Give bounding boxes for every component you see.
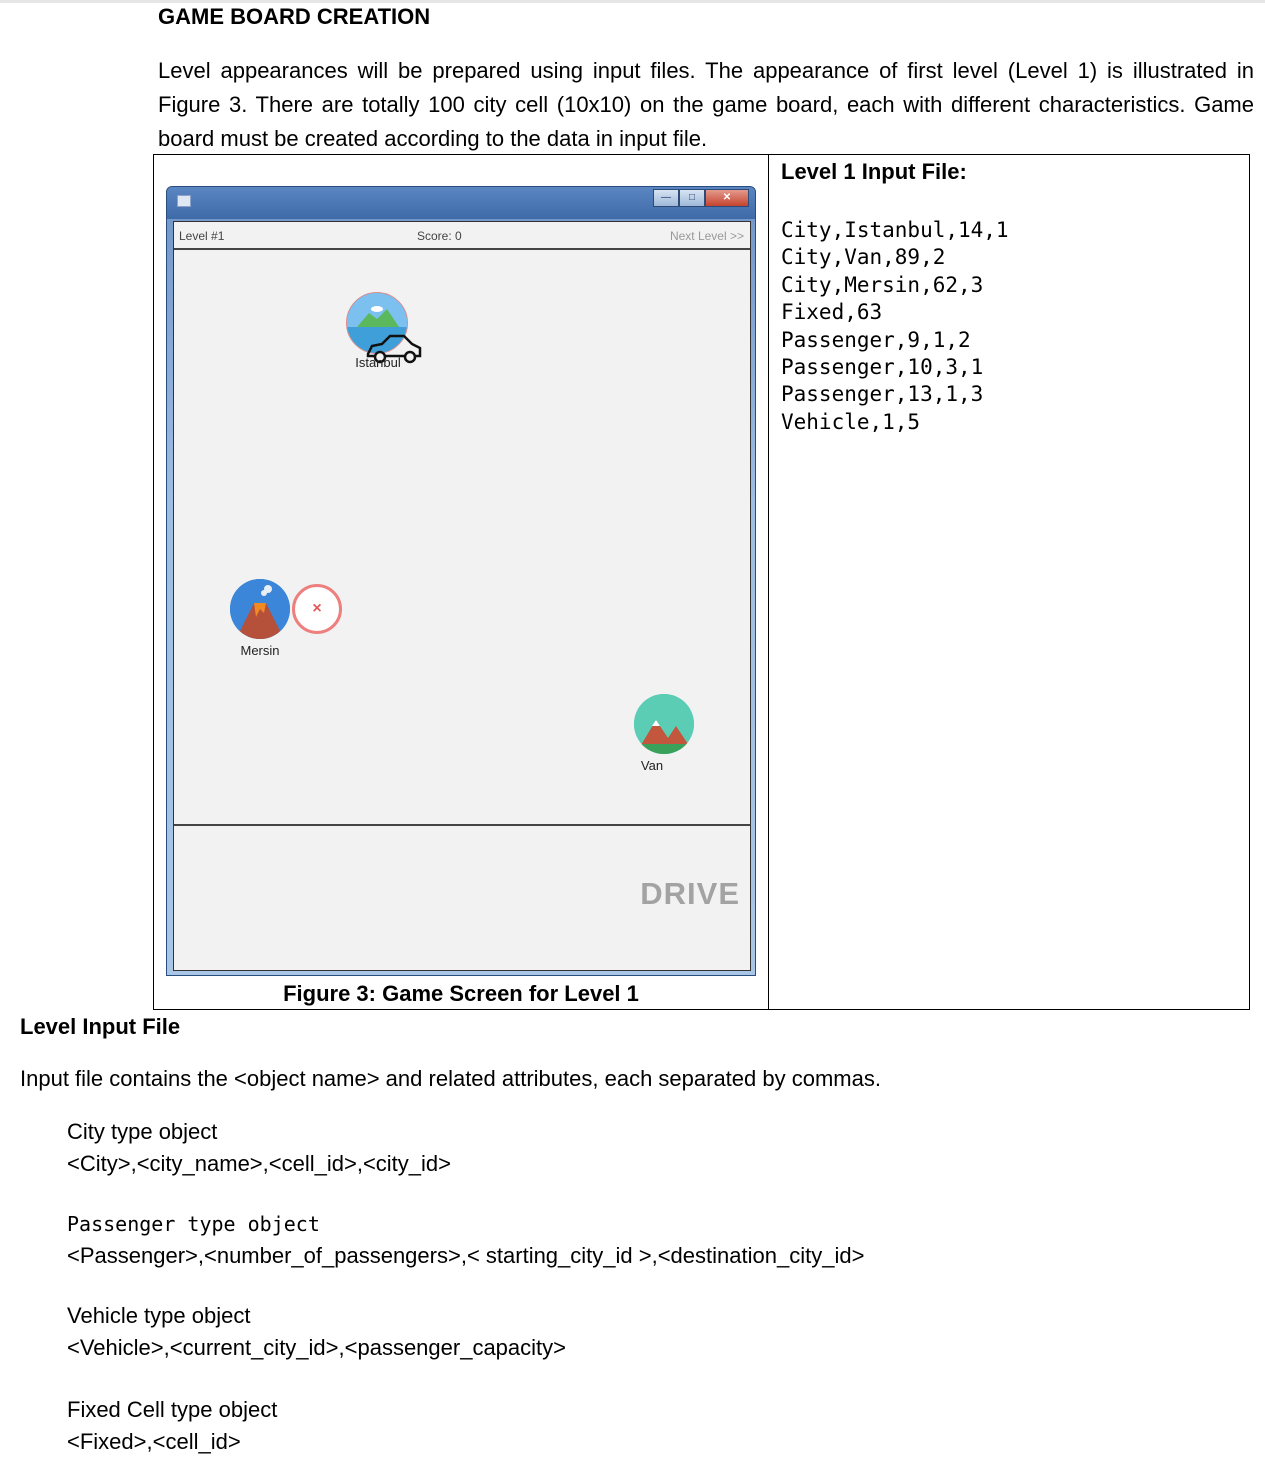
game-board: Level #1 Score: 0 Next Level >> Istanbul [173, 221, 751, 971]
intro-paragraph: Level appearances will be prepared using… [158, 58, 1254, 151]
level-indicator: Level #1 [179, 229, 225, 243]
object-fixed: Fixed Cell type object <Fixed>,<cell_id> [67, 1394, 277, 1458]
next-level-button[interactable]: Next Level >> [670, 229, 744, 243]
object-name: Vehicle type object [67, 1303, 251, 1328]
close-icon[interactable]: ✕ [705, 189, 749, 207]
fixed-cell-icon: × [292, 584, 342, 634]
drive-button[interactable]: DRIVE [640, 876, 740, 912]
object-name: Fixed Cell type object [67, 1397, 278, 1422]
input-file-lines: City,Istanbul,14,1 City,Van,89,2 City,Me… [781, 217, 1009, 436]
object-passenger: Passenger type object <Passenger>,<numbe… [67, 1208, 864, 1272]
object-vehicle: Vehicle type object <Vehicle>,<current_c… [67, 1300, 566, 1364]
object-name: City type object [67, 1119, 218, 1144]
city-label-van: Van [640, 758, 664, 773]
city-mersin-icon[interactable] [230, 579, 290, 639]
city-label-istanbul: Istanbul [355, 355, 401, 370]
window-titlebar: — □ ✕ [167, 187, 755, 219]
input-line: Passenger,9,1,2 [781, 327, 971, 352]
input-line: City,Van,89,2 [781, 245, 946, 270]
game-window: — □ ✕ Level #1 Score: 0 Next Level >> Is… [166, 186, 756, 976]
input-file-title: Level 1 Input File: [781, 159, 967, 184]
table-divider [768, 155, 769, 1009]
input-line: City,Mersin,62,3 [781, 272, 984, 297]
object-format: <Passenger>,<number_of_passengers>,< sta… [67, 1243, 865, 1268]
section-text: Input file contains the <object name> an… [20, 1066, 881, 1091]
page-heading: GAME BOARD CREATION [158, 4, 431, 29]
object-format: <City>,<city_name>,<cell_id>,<city_id> [67, 1151, 452, 1176]
app-icon [177, 195, 191, 207]
input-line: Vehicle,1,5 [781, 409, 921, 434]
figure-table: — □ ✕ Level #1 Score: 0 Next Level >> Is… [153, 154, 1250, 1010]
status-bar: Level #1 Score: 0 Next Level >> [174, 222, 750, 250]
maximize-icon[interactable]: □ [679, 189, 705, 207]
city-van-icon[interactable] [634, 694, 694, 754]
figure-caption: Figure 3: Game Screen for Level 1 [283, 981, 639, 1006]
drive-panel: DRIVE [174, 824, 750, 970]
object-name: Passenger type object [67, 1212, 320, 1236]
window-controls: — □ ✕ [653, 189, 749, 207]
input-line: Fixed,63 [781, 300, 883, 325]
object-city: City type object <City>,<city_name>,<cel… [67, 1116, 451, 1180]
input-line: City,Istanbul,14,1 [781, 218, 1009, 242]
input-line: Passenger,13,1,3 [781, 382, 984, 407]
score-display: Score: 0 [417, 229, 462, 243]
section-title: Level Input File [20, 1014, 181, 1039]
top-rule [0, 0, 1265, 3]
minimize-icon[interactable]: — [653, 189, 679, 207]
city-label-mersin: Mersin [240, 643, 280, 658]
object-format: <Vehicle>,<current_city_id>,<passenger_c… [67, 1335, 566, 1360]
object-format: <Fixed>,<cell_id> [67, 1429, 241, 1454]
input-line: Passenger,10,3,1 [781, 355, 984, 380]
